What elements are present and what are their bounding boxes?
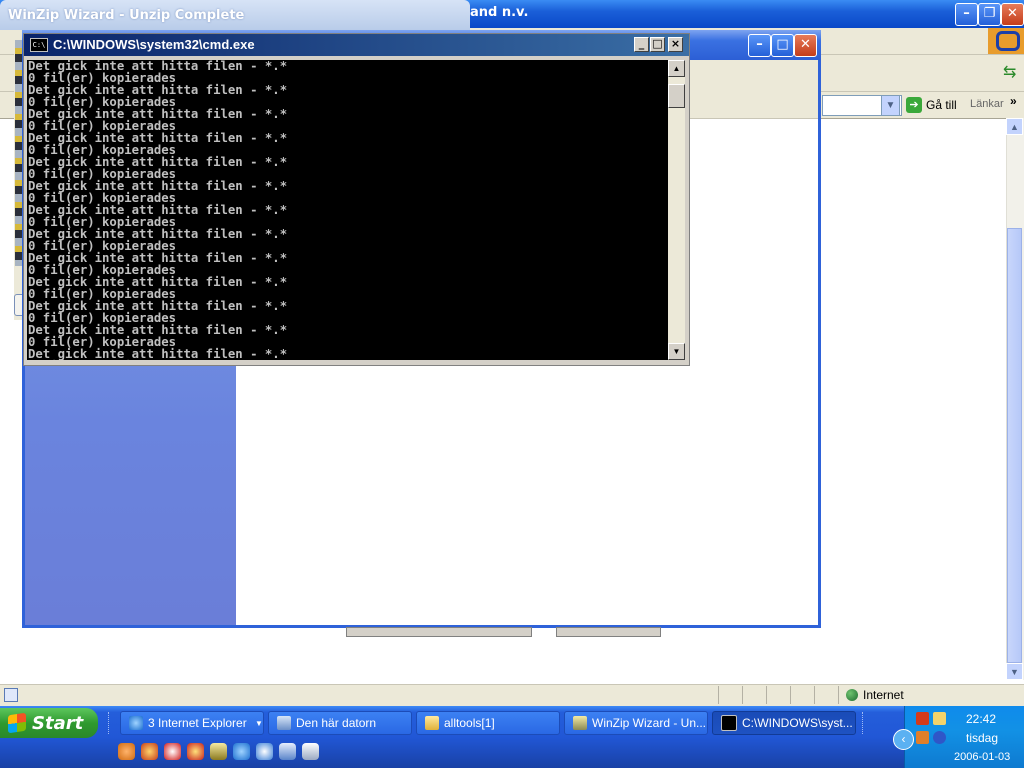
explorer-minimize-button[interactable]: – <box>748 34 771 57</box>
task-label: alltools[1] <box>444 716 495 730</box>
cmd-icon[interactable]: C:\ <box>30 38 48 52</box>
status-separator <box>766 686 767 704</box>
refresh-icon[interactable]: ⇆ <box>1003 62 1016 82</box>
start-label: Start <box>32 712 84 734</box>
cmd-output-lines: Det gick inte att hitta filen - *.* 0 fi… <box>28 60 288 360</box>
status-separator <box>838 686 839 704</box>
cmd-window-title: C:\WINDOWS\system32\cmd.exe <box>53 37 255 52</box>
globe-icon <box>846 689 858 701</box>
quicklaunch-desktop-icon[interactable] <box>302 743 319 760</box>
quick-launch <box>118 743 319 760</box>
windows-flag-icon <box>8 712 26 734</box>
explorer-maximize-button[interactable]: □ <box>771 34 794 57</box>
goto-label: Gå till <box>926 98 957 112</box>
status-separator <box>742 686 743 704</box>
links-label[interactable]: Länkar <box>970 98 1004 110</box>
security-zone-label: Internet <box>863 688 904 702</box>
cmd-scrollbar-thumb[interactable] <box>668 84 685 108</box>
task-label: C:\WINDOWS\syst... <box>742 716 853 730</box>
clock-time[interactable]: 22:42 <box>966 712 996 726</box>
taskbar-grip[interactable] <box>108 712 113 734</box>
task-winzip-wizard[interactable]: WinZip Wizard - Un... <box>564 711 708 735</box>
status-separator <box>814 686 815 704</box>
tray-info-icon[interactable] <box>933 731 946 744</box>
links-chevron-icon[interactable]: » <box>1010 94 1017 108</box>
quicklaunch-app-icon[interactable] <box>141 743 158 760</box>
ie-window-title: and n.v. <box>470 5 529 20</box>
quicklaunch-app-icon[interactable] <box>279 743 296 760</box>
quicklaunch-app-icon[interactable] <box>164 743 181 760</box>
folder-icon <box>425 716 439 730</box>
task-alltools[interactable]: alltools[1] <box>416 711 560 735</box>
task-label: Den här datorn <box>296 716 377 730</box>
task-den-har-datorn[interactable]: Den här datorn <box>268 711 412 735</box>
tray-app-icon[interactable] <box>916 731 929 744</box>
task-label: WinZip Wizard - Un... <box>592 716 707 730</box>
ie-throbber-logo-icon <box>996 31 1020 51</box>
ie-scrollbar-thumb[interactable] <box>1007 228 1022 663</box>
cmd-maximize-button[interactable]: □ <box>650 37 665 52</box>
status-separator <box>718 686 719 704</box>
dialog-button[interactable] <box>346 627 532 637</box>
cmd-scroll-up-icon[interactable]: ▲ <box>668 60 685 77</box>
ie-scroll-down-icon[interactable]: ▼ <box>1006 663 1023 680</box>
clock-date: 2006-01-03 <box>954 751 1011 763</box>
winzip-icon <box>573 716 587 730</box>
winzip-window-title: WinZip Wizard - Unzip Complete <box>8 8 245 23</box>
quicklaunch-ie-icon[interactable] <box>233 743 250 760</box>
cmd-scroll-down-icon[interactable]: ▼ <box>668 343 685 360</box>
address-dropdown-icon[interactable]: ▼ <box>881 95 900 116</box>
ie-icon <box>129 716 143 730</box>
goto-arrow-icon: ➔ <box>906 97 922 113</box>
cmd-minimize-button[interactable]: _ <box>634 37 649 52</box>
quicklaunch-app-icon[interactable] <box>210 743 227 760</box>
tray-expand-icon[interactable]: ‹ <box>893 729 914 750</box>
explorer-close-button[interactable]: ✕ <box>794 34 817 57</box>
task-label: 3 Internet Explorer <box>148 716 247 730</box>
quicklaunch-app-icon[interactable] <box>118 743 135 760</box>
start-button[interactable]: Start <box>0 708 98 738</box>
cmd-icon <box>721 715 737 731</box>
cmd-console-output[interactable]: Det gick inte att hitta filen - *.* 0 fi… <box>27 60 668 360</box>
taskbar-grip[interactable] <box>862 712 867 734</box>
dialog-button[interactable] <box>556 627 661 637</box>
clock-day: tisdag <box>966 731 999 745</box>
cmd-close-button[interactable]: × <box>668 37 683 52</box>
goto-button[interactable]: ➔ Gå till <box>906 95 957 115</box>
security-zone: Internet <box>846 688 904 702</box>
task-group-arrow-icon[interactable]: ▼ <box>255 719 263 728</box>
task-cmd[interactable]: C:\WINDOWS\syst... <box>712 711 856 735</box>
task-internet-explorer[interactable]: 3 Internet Explorer <box>120 711 264 735</box>
quicklaunch-app-icon[interactable] <box>187 743 204 760</box>
quicklaunch-media-icon[interactable] <box>256 743 273 760</box>
ie-minimize-button[interactable]: – <box>955 3 978 26</box>
ie-restore-button[interactable]: ❐ <box>978 3 1001 26</box>
page-status-icon <box>4 688 18 702</box>
computer-icon <box>277 716 291 730</box>
status-separator <box>790 686 791 704</box>
tray-app-icon[interactable] <box>933 712 946 725</box>
tray-app-icon[interactable] <box>916 712 929 725</box>
ie-close-button[interactable]: ✕ <box>1001 3 1024 26</box>
ie-scroll-up-icon[interactable]: ▲ <box>1006 118 1023 135</box>
